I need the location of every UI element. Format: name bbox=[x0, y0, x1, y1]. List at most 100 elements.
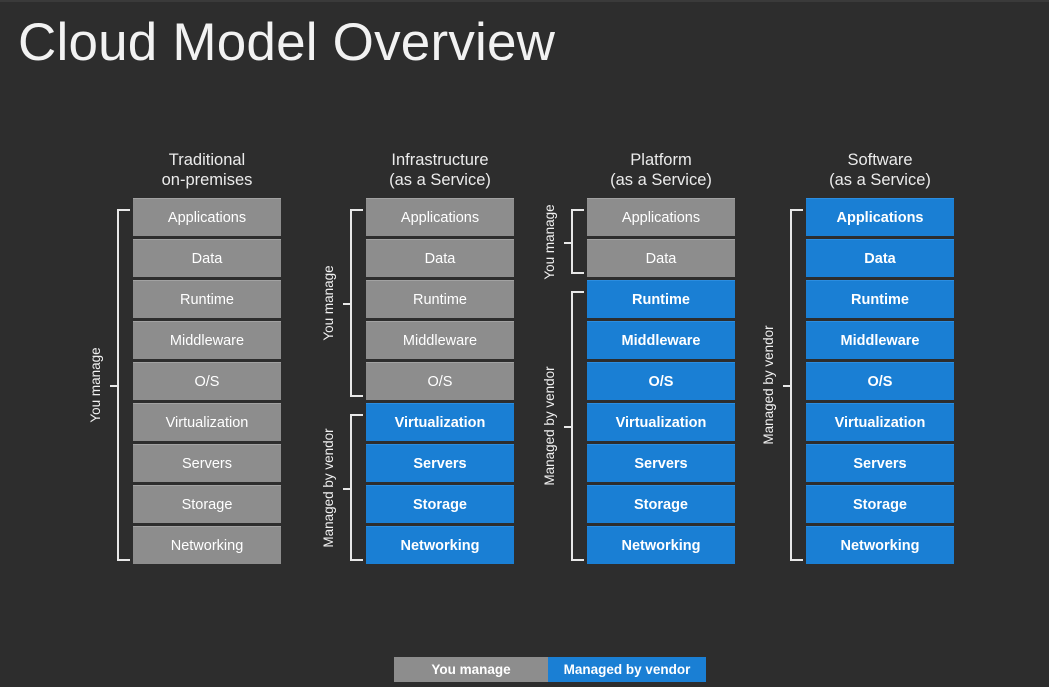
layer-box[interactable]: O/S bbox=[587, 362, 735, 400]
layer-stack: Applications Data Runtime Middleware O/S Virt… bbox=[366, 198, 514, 564]
layer-box[interactable]: Storage bbox=[366, 485, 514, 523]
layer-box[interactable]: Applications bbox=[587, 198, 735, 236]
layer-stack: Applications Data Runtime Middleware O/S Virt… bbox=[133, 198, 281, 564]
layer-stack: Applications Data Runtime Middleware O/S Virt… bbox=[806, 198, 954, 564]
layer-label: Middleware bbox=[840, 332, 920, 349]
layer-label: Applications bbox=[167, 209, 247, 226]
layer-box[interactable]: Runtime bbox=[133, 280, 281, 318]
layer-box[interactable]: Virtualization bbox=[806, 403, 954, 441]
layer-box[interactable]: Applications bbox=[806, 198, 954, 236]
ownership-bracket-label: Managed by vendor bbox=[542, 366, 557, 486]
column-header-line2: (as a Service) bbox=[389, 171, 491, 189]
legend: You manage Managed by vendor bbox=[394, 657, 706, 682]
layer-box[interactable]: Networking bbox=[133, 526, 281, 564]
layer-label: Networking bbox=[621, 537, 701, 554]
layer-label: O/S bbox=[194, 373, 220, 390]
layer-label: Virtualization bbox=[834, 414, 926, 431]
layer-box[interactable]: Virtualization bbox=[133, 403, 281, 441]
layer-label: O/S bbox=[867, 373, 893, 390]
ownership-bracket-label: You manage bbox=[88, 347, 103, 423]
layer-label: Storage bbox=[634, 496, 688, 513]
layer-label: Data bbox=[864, 250, 896, 267]
layer-label: Servers bbox=[853, 455, 907, 472]
layer-box[interactable]: Servers bbox=[587, 444, 735, 482]
layer-box[interactable]: Servers bbox=[806, 444, 954, 482]
layer-label: Runtime bbox=[180, 291, 234, 308]
layer-box[interactable]: Servers bbox=[366, 444, 514, 482]
column-header-line2: on-premises bbox=[161, 171, 253, 189]
layer-label: Networking bbox=[400, 537, 480, 554]
layer-label: Data bbox=[191, 250, 223, 267]
layer-label: Applications bbox=[836, 209, 924, 226]
layer-box[interactable]: Middleware bbox=[133, 321, 281, 359]
layer-box[interactable]: Data bbox=[133, 239, 281, 277]
legend-item-blue[interactable]: Managed by vendor bbox=[548, 657, 706, 682]
layer-box[interactable]: O/S bbox=[133, 362, 281, 400]
column-header: Traditional on-premises bbox=[133, 150, 281, 198]
page-title: Cloud Model Overview bbox=[18, 13, 556, 72]
ownership-bracket-label: Managed by vendor bbox=[321, 427, 336, 548]
ownership-bracket bbox=[343, 414, 363, 561]
layer-label: Runtime bbox=[632, 291, 690, 308]
ownership-bracket bbox=[110, 209, 130, 561]
layer-box[interactable]: Virtualization bbox=[366, 403, 514, 441]
layer-label: Storage bbox=[181, 496, 233, 513]
layer-box[interactable]: Middleware bbox=[806, 321, 954, 359]
legend-item-label: Managed by vendor bbox=[563, 662, 691, 677]
layer-box[interactable]: Servers bbox=[133, 444, 281, 482]
layer-label: Servers bbox=[182, 455, 232, 472]
legend-item-label: You manage bbox=[431, 662, 511, 677]
layer-box[interactable]: Data bbox=[587, 239, 735, 277]
layer-label: Virtualization bbox=[394, 414, 486, 431]
layer-box[interactable]: Applications bbox=[366, 198, 514, 236]
ownership-bracket-label: You manage bbox=[542, 203, 557, 280]
column-header: Infrastructure (as a Service) bbox=[366, 150, 514, 198]
cloud-model-columns: You manage Traditional on-premises Applicat… bbox=[0, 150, 1049, 570]
layer-label: Applications bbox=[621, 209, 701, 226]
model-column-1: Traditional on-premises Applications Data Ru… bbox=[133, 150, 281, 567]
layer-box[interactable]: Runtime bbox=[366, 280, 514, 318]
layer-box[interactable]: O/S bbox=[366, 362, 514, 400]
layer-label: Middleware bbox=[621, 332, 701, 349]
model-column-2: Infrastructure (as a Service) Applications… bbox=[366, 150, 514, 567]
layer-box[interactable]: Storage bbox=[133, 485, 281, 523]
layer-label: Applications bbox=[400, 209, 480, 226]
layer-label: Networking bbox=[170, 537, 244, 554]
column-header-line1: Platform bbox=[630, 151, 692, 169]
column-header: Software (as a Service) bbox=[806, 150, 954, 198]
ownership-bracket-label: Managed by vendor bbox=[761, 325, 776, 445]
layer-label: Virtualization bbox=[615, 414, 707, 431]
layer-label: O/S bbox=[427, 373, 453, 390]
layer-box[interactable]: Data bbox=[806, 239, 954, 277]
legend-item-gray[interactable]: You manage bbox=[394, 657, 548, 682]
layer-box[interactable]: Data bbox=[366, 239, 514, 277]
layer-box[interactable]: Networking bbox=[587, 526, 735, 564]
ownership-bracket-label: You manage bbox=[321, 265, 336, 341]
ownership-bracket bbox=[564, 291, 584, 561]
layer-stack: Applications Data Runtime Middleware O/S Virt… bbox=[587, 198, 735, 564]
layer-box[interactable]: Middleware bbox=[587, 321, 735, 359]
model-column-4: Software (as a Service) Applications Data Ru… bbox=[806, 150, 954, 567]
layer-label: Storage bbox=[413, 496, 467, 513]
layer-box[interactable]: Networking bbox=[366, 526, 514, 564]
layer-box[interactable]: O/S bbox=[806, 362, 954, 400]
layer-box[interactable]: Middleware bbox=[366, 321, 514, 359]
layer-box[interactable]: Runtime bbox=[587, 280, 735, 318]
layer-label: O/S bbox=[648, 373, 674, 390]
layer-label: Middleware bbox=[169, 332, 245, 349]
layer-box[interactable]: Networking bbox=[806, 526, 954, 564]
column-header-line1: Traditional bbox=[168, 151, 246, 169]
layer-label: Middleware bbox=[402, 332, 478, 349]
layer-label: Data bbox=[645, 250, 677, 267]
layer-box[interactable]: Virtualization bbox=[587, 403, 735, 441]
column-header: Platform (as a Service) bbox=[587, 150, 735, 198]
layer-box[interactable]: Applications bbox=[133, 198, 281, 236]
layer-label: Servers bbox=[413, 455, 467, 472]
column-header-line1: Infrastructure bbox=[391, 151, 489, 169]
column-header-line1: Software bbox=[847, 151, 913, 169]
ownership-bracket bbox=[343, 209, 363, 397]
layer-box[interactable]: Runtime bbox=[806, 280, 954, 318]
layer-box[interactable]: Storage bbox=[806, 485, 954, 523]
layer-box[interactable]: Storage bbox=[587, 485, 735, 523]
layer-label: Runtime bbox=[851, 291, 909, 308]
